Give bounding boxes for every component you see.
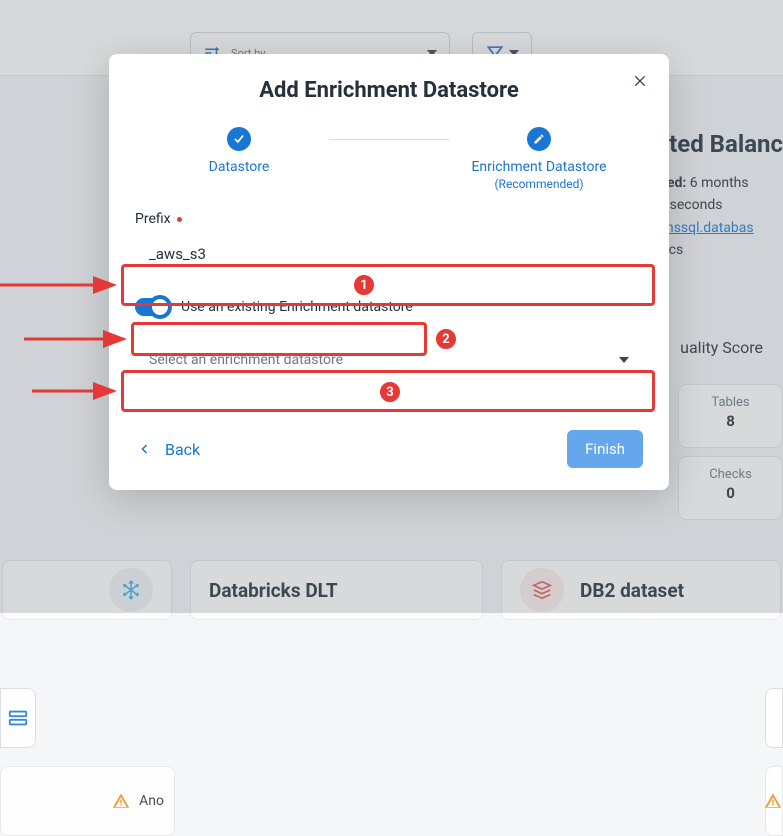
annotation-badge-1: 1 bbox=[352, 273, 376, 297]
check-icon bbox=[232, 132, 246, 146]
chevron-left-icon bbox=[139, 442, 151, 456]
modal-title: Add Enrichment Datastore bbox=[135, 78, 643, 103]
anomalies-card: Ano bbox=[0, 766, 175, 836]
pencil-icon bbox=[533, 133, 545, 145]
warning-icon bbox=[111, 792, 131, 810]
required-indicator bbox=[177, 217, 182, 222]
warning-icon bbox=[764, 792, 782, 810]
add-enrichment-modal: Add Enrichment Datastore Datastore Enric… bbox=[109, 54, 669, 490]
stepper: Datastore Enrichment Datastore (Recommen… bbox=[135, 127, 643, 191]
prefix-input[interactable] bbox=[135, 233, 643, 275]
back-button[interactable]: Back bbox=[135, 434, 204, 465]
toggle-label: Use an existing Enrichment datastore bbox=[181, 299, 413, 315]
close-button[interactable] bbox=[629, 70, 651, 92]
datasource-icon-badge bbox=[0, 688, 36, 748]
annotation-arrow-2 bbox=[0, 329, 132, 349]
caret-down-icon bbox=[619, 357, 629, 363]
enrichment-select[interactable]: Select an enrichment datastore bbox=[135, 339, 643, 381]
use-existing-toggle[interactable] bbox=[135, 298, 169, 316]
step-enrichment[interactable]: Enrichment Datastore (Recommended) bbox=[449, 127, 629, 191]
select-placeholder: Select an enrichment datastore bbox=[149, 352, 343, 368]
annotation-badge-3: 3 bbox=[378, 380, 402, 404]
prefix-label: Prefix bbox=[135, 211, 643, 227]
close-icon bbox=[632, 73, 648, 89]
finish-button[interactable]: Finish bbox=[567, 430, 643, 468]
step-datastore[interactable]: Datastore bbox=[149, 127, 329, 175]
annotation-badge-2: 2 bbox=[434, 327, 458, 351]
annotation-arrow-3 bbox=[0, 381, 122, 401]
annotation-arrow-1 bbox=[0, 275, 122, 295]
